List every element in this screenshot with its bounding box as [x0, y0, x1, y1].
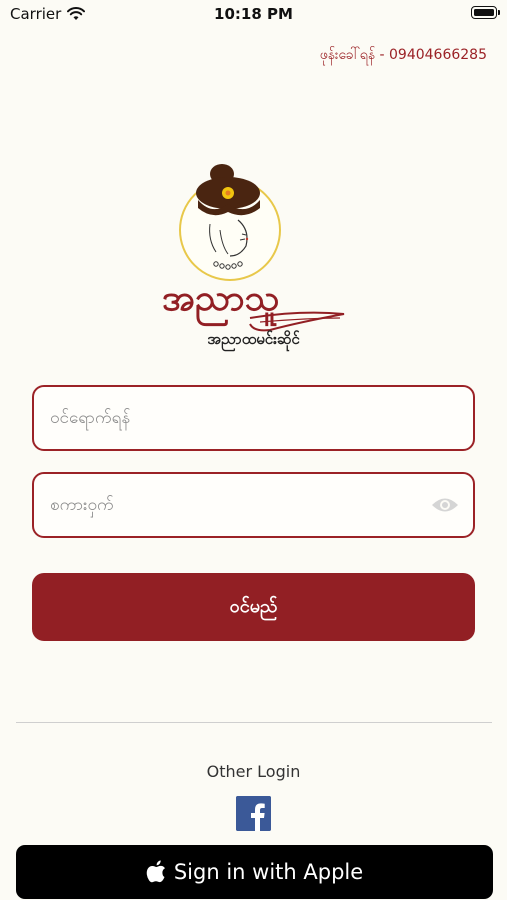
facebook-login-button[interactable] [236, 796, 271, 831]
apple-signin-label: Sign in with Apple [173, 860, 364, 884]
status-bar: Carrier 10:18 PM [0, 0, 507, 30]
hotline-link[interactable]: ဖုန်းခေါ်ရန် - 09404666285 [320, 45, 487, 66]
brand-subtitle: အညာထမင်းဆိုင် [207, 330, 300, 348]
username-input[interactable] [34, 387, 473, 449]
divider [16, 722, 492, 723]
brand-wordmark: အညာသူ [162, 278, 279, 327]
username-field[interactable] [32, 385, 475, 451]
other-login-label: Other Login [206, 762, 301, 781]
login-button[interactable]: ဝင်မည် [32, 573, 475, 641]
battery-tip [498, 10, 500, 15]
password-field[interactable] [32, 472, 475, 538]
apple-signin-button[interactable]: Sign in with Apple [16, 845, 493, 899]
password-input[interactable] [34, 474, 473, 536]
eye-icon[interactable] [431, 494, 459, 516]
facebook-icon [236, 796, 271, 831]
apple-icon [146, 860, 165, 883]
battery-icon [471, 6, 497, 19]
status-time: 10:18 PM [214, 5, 293, 23]
